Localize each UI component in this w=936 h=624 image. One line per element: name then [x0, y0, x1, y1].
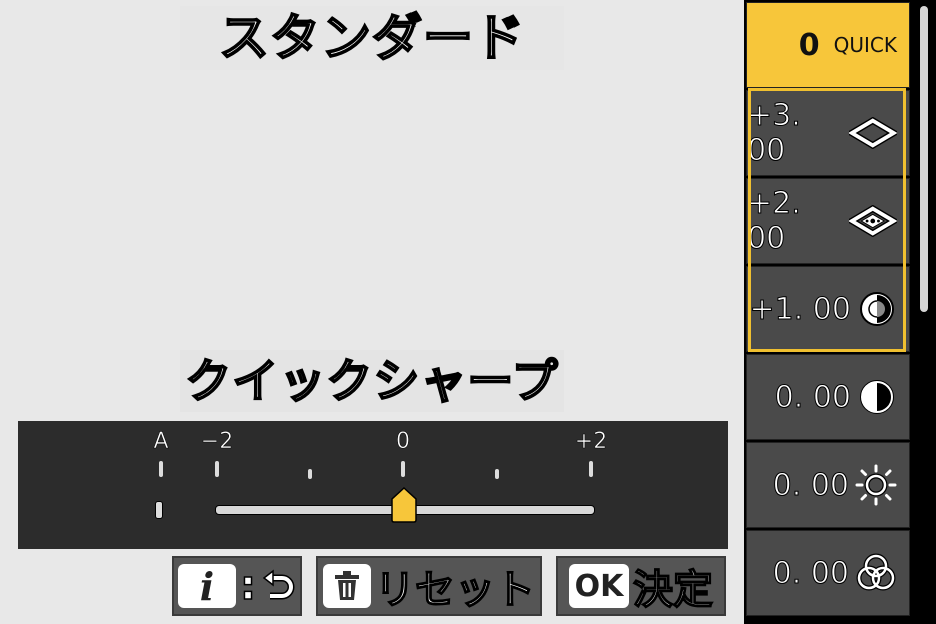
tick-mark [215, 461, 219, 477]
mid-range-sharpening-value: +2. 00 [746, 186, 801, 257]
quick-sharp-slider-panel[interactable]: A −2 0 +2 [18, 421, 728, 549]
quick-label: QUICK [833, 33, 897, 57]
brightness-value: 0. 00 [772, 467, 849, 503]
auto-label: A [153, 429, 169, 455]
mid-range-sharpening-icon [849, 205, 897, 237]
picture-control-sidebar: 0 QUICK +3. 00 +2. 00 +1. 00 0. 00 0. 00… [746, 0, 910, 624]
back-arrow-icon [262, 569, 295, 600]
parameter-label: クイックシャープ [180, 350, 564, 412]
auto-indicator[interactable] [155, 501, 163, 519]
sidebar-item-quick[interactable]: 0 QUICK [746, 2, 910, 88]
ok-confirm-button[interactable]: OK 決定 [556, 556, 726, 616]
sidebar-item-mid-range-sharpening[interactable]: +2. 00 [746, 178, 910, 264]
scrollbar[interactable] [912, 0, 936, 624]
quick-value: 0 [798, 27, 820, 63]
tick-mark [589, 461, 593, 477]
contrast-icon [860, 380, 894, 414]
saturation-value: 0. 00 [772, 555, 849, 591]
ok-icon: OK [569, 564, 629, 608]
tick-mark [495, 469, 499, 479]
saturation-icon [856, 553, 896, 591]
reset-label: リセット [374, 566, 536, 614]
clarity-value: +1. 00 [749, 291, 851, 327]
picture-control-title: スタンダード [180, 6, 564, 70]
sidebar-item-sharpening[interactable]: +3. 00 [746, 90, 910, 176]
main-area: スタンダード クイックシャープ A −2 0 +2 i : リセット OK 決定 [0, 0, 744, 624]
brightness-icon [855, 464, 897, 506]
trash-icon [323, 564, 371, 608]
reset-button[interactable]: リセット [316, 556, 542, 616]
slider-thumb[interactable] [391, 487, 417, 523]
clarity-icon [860, 292, 894, 326]
sidebar-item-saturation[interactable]: 0. 00 [746, 530, 910, 616]
tick-mark [401, 461, 405, 477]
scrollbar-thumb[interactable] [920, 6, 928, 312]
tick-label-mid: 0 [396, 429, 411, 455]
sidebar-item-contrast[interactable]: 0. 00 [746, 354, 910, 440]
contrast-value: 0. 00 [774, 379, 851, 415]
confirm-label: 決定 [632, 566, 714, 614]
info-colon: : [239, 562, 257, 610]
info-back-button[interactable]: i : [172, 556, 302, 616]
sidebar-item-clarity[interactable]: +1. 00 [746, 266, 910, 352]
tick-label-max: +2 [574, 429, 608, 455]
tick-label-min: −2 [200, 429, 234, 455]
tick-mark [308, 469, 312, 479]
tick-mark-auto [159, 461, 163, 477]
info-icon: i [178, 564, 236, 609]
sidebar-item-brightness[interactable]: 0. 00 [746, 442, 910, 528]
sharpening-value: +3. 00 [746, 98, 801, 169]
sharpening-icon [849, 117, 897, 149]
